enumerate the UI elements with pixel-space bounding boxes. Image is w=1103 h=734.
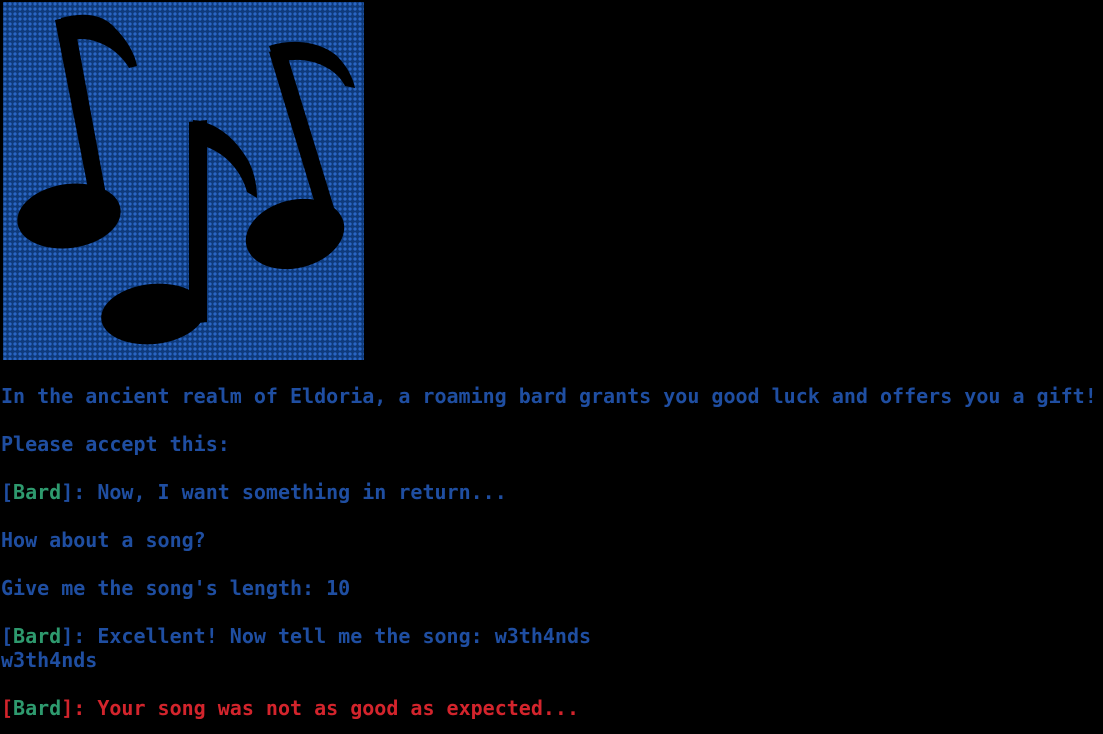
bracket-open: [ bbox=[1, 480, 14, 504]
length-prompt-line: Give me the song's length: 10 bbox=[1, 576, 351, 600]
intro-line: In the ancient realm of Eldoria, a roami… bbox=[1, 384, 1097, 408]
bracket-open: [ bbox=[1, 624, 14, 648]
bracket-open: [ bbox=[1, 696, 14, 720]
accept-line: Please accept this: bbox=[1, 432, 230, 456]
echo-line: w3th4nds bbox=[1, 648, 98, 672]
music-notes-icon bbox=[17, 14, 355, 345]
bracket-close: ] bbox=[61, 696, 74, 720]
bard-name-label: Bard bbox=[13, 624, 62, 648]
bard-message-text: : Your song was not as good as expected.… bbox=[73, 696, 579, 720]
bard-message-1: [Bard]: Now, I want something in return.… bbox=[1, 480, 507, 504]
bard-message-text: : Now, I want something in return... bbox=[73, 480, 507, 504]
song-question-line: How about a song? bbox=[1, 528, 206, 552]
bard-message-2: [Bard]: Excellent! Now tell me the song:… bbox=[1, 624, 591, 648]
bracket-close: ] bbox=[61, 480, 74, 504]
bard-message-text: : Excellent! Now tell me the song: w3th4… bbox=[73, 624, 592, 648]
faint-header-text bbox=[382, 0, 602, 20]
bard-name-label: Bard bbox=[13, 480, 62, 504]
bracket-close: ] bbox=[61, 624, 74, 648]
music-notes-ascii-art bbox=[3, 2, 364, 360]
bard-message-3: [Bard]: Your song was not as good as exp… bbox=[1, 696, 579, 720]
bard-name-label: Bard bbox=[13, 696, 62, 720]
